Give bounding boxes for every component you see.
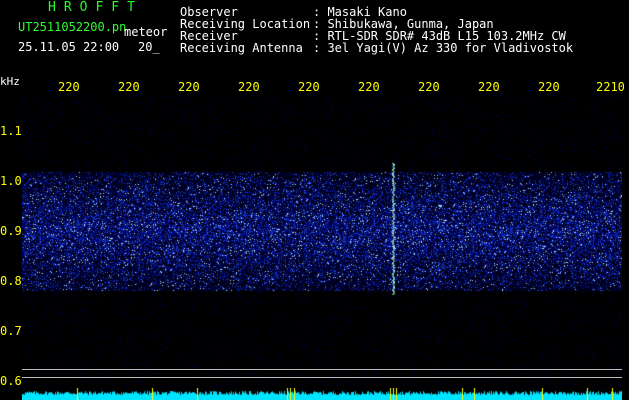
x-tick-label: 220 bbox=[418, 80, 440, 94]
x-tick-label: 220 bbox=[118, 80, 140, 94]
filename-label: UT2511052200.pn bbox=[18, 20, 127, 34]
datetime-label: 25.11.05 22:00 bbox=[18, 40, 120, 54]
x-tick-label: 220 bbox=[478, 80, 500, 94]
axis-unit-label: kHz bbox=[0, 75, 20, 88]
y-tick-label: 0.6 bbox=[0, 374, 22, 388]
y-tick-label: 0.7 bbox=[0, 324, 22, 338]
x-tick-label: 220 bbox=[178, 80, 200, 94]
mode-label: meteor bbox=[124, 25, 168, 39]
brand-title: HROFFT bbox=[48, 0, 143, 15]
spectrogram-waterfall bbox=[22, 95, 622, 400]
x-tick-label: 220 bbox=[58, 80, 80, 94]
y-tick-label: 0.8 bbox=[0, 274, 22, 288]
y-tick-label: 1.1 bbox=[0, 124, 22, 138]
y-tick-label: 0.9 bbox=[0, 224, 22, 238]
x-tick-label: 220 bbox=[238, 80, 260, 94]
x-tick-label: 2210 bbox=[596, 80, 625, 94]
y-tick-label: 1.0 bbox=[0, 174, 22, 188]
minute-label: 20_ bbox=[138, 40, 160, 54]
x-tick-label: 220 bbox=[298, 80, 320, 94]
amplitude-strip bbox=[22, 388, 622, 400]
reference-line bbox=[22, 377, 622, 378]
x-tick-label: 220 bbox=[358, 80, 380, 94]
x-tick-label: 220 bbox=[538, 80, 560, 94]
info-label-antenna: Receiving Antenna bbox=[180, 41, 303, 55]
info-value-antenna: : 3el Yagi(V) Az 330 for Vladivostok bbox=[313, 41, 574, 55]
reference-line bbox=[22, 369, 622, 370]
hrofft-window: HROFFT UT2511052200.pn meteor 25.11.05 2… bbox=[0, 0, 629, 400]
